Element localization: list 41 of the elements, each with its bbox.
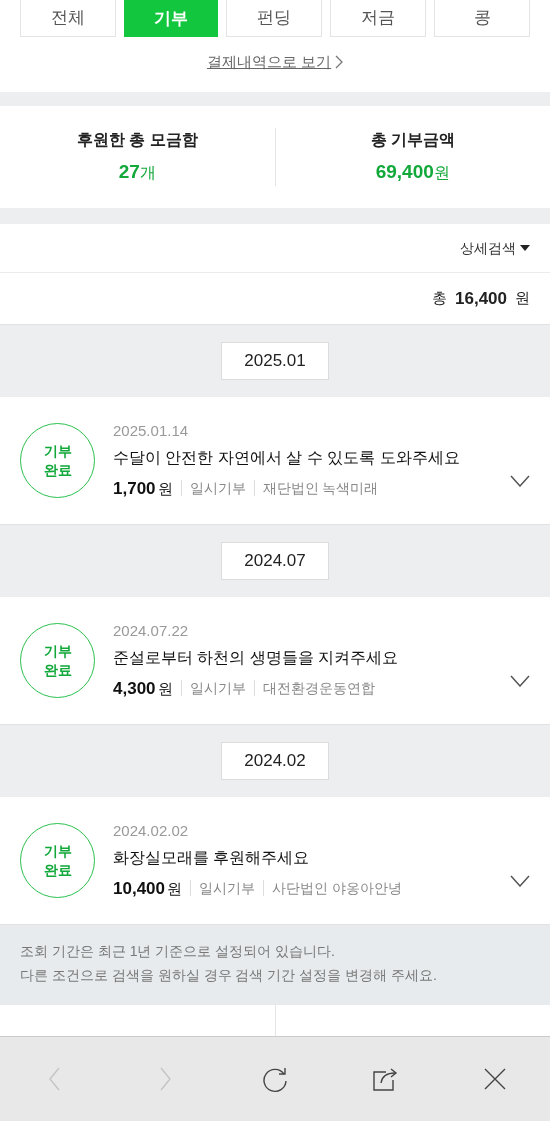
month-label: 2025.01 — [221, 342, 329, 380]
notice-text: 조회 기간은 최근 1년 기준으로 설정되어 있습니다. — [20, 942, 336, 961]
chevron-right-icon — [335, 55, 344, 70]
expand-toggle[interactable] — [510, 475, 530, 487]
campaign-title: 화장실모래를 후원해주세요 — [113, 847, 311, 868]
caret-icon — [520, 245, 530, 251]
donation-type: 일시기부 — [189, 478, 246, 498]
donation-date: 2025.01.14 — [113, 421, 190, 441]
donation-amount: 4,300 원 — [113, 677, 173, 700]
donation-type: 일시기부 — [199, 878, 255, 898]
total-amount: 16,400 — [455, 287, 507, 310]
donation-type: 일시기부 — [189, 678, 246, 698]
total-label: 총 — [432, 288, 447, 309]
chevron-down-icon — [510, 475, 530, 487]
category-tab[interactable]: 콩 — [434, 0, 530, 37]
summary-value: 69,400원 — [375, 159, 450, 184]
month-label: 2024.02 — [221, 742, 329, 780]
chevron-down-icon — [510, 875, 530, 887]
category-tab[interactable]: 전체 — [20, 0, 116, 37]
campaign-title: 수달이 안전한 자연에서 살 수 있도록 도와주세요 — [113, 447, 460, 468]
expand-toggle[interactable] — [510, 675, 530, 687]
donation-date: 2024.02.02 — [113, 821, 190, 841]
chevron-down-icon — [510, 675, 530, 687]
donation-amount: 10,400원 — [113, 877, 182, 900]
summary-label: 후원한 총 모금함 — [76, 129, 198, 150]
summary-value: 27개 — [118, 159, 156, 184]
category-tab[interactable]: 펀딩 — [226, 0, 322, 37]
month-label: 2024.07 — [221, 542, 329, 580]
notice-text: 다른 조건으로 검색을 원하실 경우 검색 기간 설정을 변경해 주세요. — [20, 966, 438, 985]
expand-toggle[interactable] — [510, 875, 530, 887]
summary-label: 총 기부금액 — [370, 129, 455, 150]
detail-search-dropdown[interactable]: 상세검색 — [460, 237, 530, 259]
donation-date: 2024.07.22 — [113, 621, 190, 641]
organization-name: 대전환경운동연합 — [262, 678, 375, 698]
organization-name: 재단법인 녹색미래 — [262, 478, 379, 498]
category-tab[interactable]: 저금 — [330, 0, 426, 37]
donation-amount: 1,700 원 — [113, 477, 173, 500]
organization-name: 사단법인 야옹아안녕 — [272, 878, 402, 898]
total-unit: 원 — [515, 288, 530, 309]
campaign-title: 준설로부터 하천의 생명들을 지켜주세요 — [113, 647, 399, 668]
payment-history-link[interactable]: 결제내역으로 보기 — [206, 51, 344, 74]
